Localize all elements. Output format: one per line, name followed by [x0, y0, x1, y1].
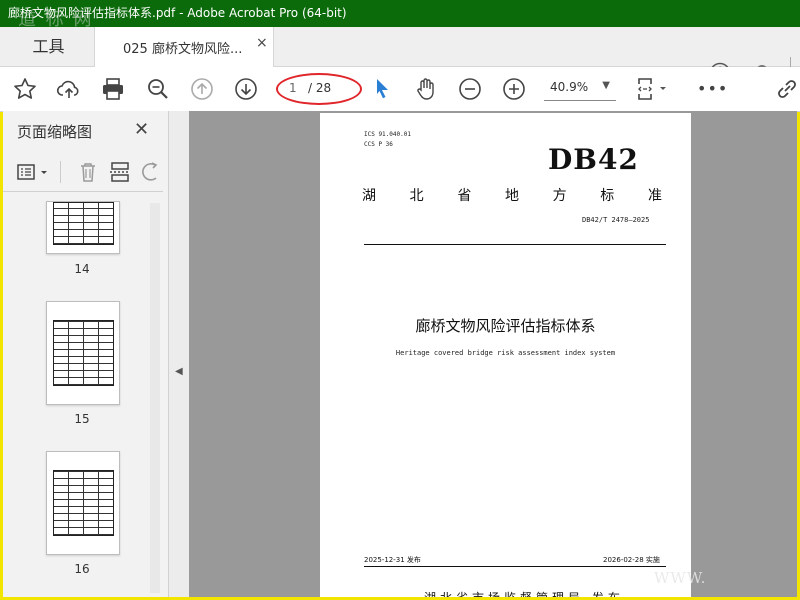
cloud-upload-icon[interactable] — [56, 76, 82, 102]
chevron-down-icon: ▼ — [602, 80, 610, 91]
page-thumbnail[interactable] — [46, 451, 120, 555]
zoom-out-icon[interactable] — [457, 76, 483, 102]
title-bar: 廊桥文物风险评估指标体系.pdf - Adobe Acrobat Pro (64… — [0, 0, 800, 30]
tab-document-label: 025 廊桥文物风险... — [123, 42, 243, 57]
link-icon[interactable] — [774, 76, 800, 102]
standard-code: DB42 — [548, 143, 639, 176]
publish-date: 2025-12-31 发布 — [364, 556, 421, 564]
document-title: 廊桥文物风险评估指标体系 — [415, 317, 596, 335]
thumbnail-panel-title: 页面缩略图 — [17, 123, 93, 141]
print-icon[interactable] — [100, 76, 126, 102]
pdf-page: ICS 91.040.01 CCS P 36 DB42 湖 北 省 地 方 标 … — [320, 113, 691, 597]
standard-number: DB42/T 2478—2025 — [582, 216, 650, 224]
ccs-code: CCS P 36 — [364, 141, 393, 148]
province-char: 地 — [504, 188, 519, 204]
province-char: 准 — [647, 188, 662, 204]
divider — [60, 161, 61, 183]
select-cursor-icon[interactable] — [369, 76, 395, 102]
ics-code: ICS 91.040.01 — [364, 131, 411, 138]
previous-page-icon[interactable] — [189, 76, 215, 102]
thumbnail-panel: 页面缩略图 ✕ 14 15 16 — [3, 111, 169, 597]
insert-page-icon[interactable] — [109, 161, 131, 183]
province-heading: 湖 北 省 地 方 标 准 — [362, 185, 662, 205]
watermark-url: WWW. — [654, 569, 707, 587]
undo-icon[interactable] — [141, 161, 163, 183]
next-page-icon[interactable] — [233, 76, 259, 102]
trash-icon[interactable] — [77, 161, 99, 183]
province-char: 方 — [552, 188, 567, 204]
thumbnail-page-number: 15 — [74, 412, 90, 426]
more-tools-icon[interactable]: ••• — [697, 79, 728, 98]
document-viewer[interactable]: ICS 91.040.01 CCS P 36 DB42 湖 北 省 地 方 标 … — [189, 111, 797, 597]
page-thumbnail[interactable] — [46, 201, 120, 254]
thumbnail-scrollbar[interactable] — [150, 203, 160, 593]
chevron-left-icon: ◀ — [175, 366, 183, 377]
main-toolbar: 1 / 28 40.9% ▼ ••• — [0, 67, 800, 112]
thumbnail-table — [53, 470, 114, 536]
thumbnail-page-number: 16 — [74, 562, 90, 576]
thumbnail-table — [53, 320, 114, 386]
implement-date: 2026-02-28 实施 — [603, 556, 660, 564]
hand-tool-icon[interactable] — [413, 76, 439, 102]
divider — [364, 244, 666, 245]
thumbnail-options-icon[interactable] — [16, 161, 52, 183]
star-icon[interactable] — [12, 76, 38, 102]
annotation-highlight-oval — [276, 73, 362, 105]
tab-tools[interactable]: 工具 — [3, 27, 94, 66]
province-char: 北 — [409, 188, 424, 204]
tab-bar: 工具 025 廊桥文物风险... × — [0, 27, 800, 89]
page-thumbnail[interactable] — [46, 301, 120, 405]
panel-collapse-handle[interactable]: ◀ — [169, 111, 189, 597]
tab-document[interactable]: 025 廊桥文物风险... × — [94, 27, 274, 67]
document-title-english: Heritage covered bridge risk assessment … — [395, 349, 616, 357]
thumbnail-page-number: 14 — [74, 262, 90, 276]
thumbnail-toolbar — [3, 153, 163, 192]
zoom-search-icon[interactable] — [145, 76, 171, 102]
province-char: 省 — [457, 188, 472, 204]
province-char: 湖 — [362, 188, 376, 204]
thumbnail-table — [53, 202, 114, 245]
close-tab-button[interactable]: × — [256, 35, 268, 51]
page-fit-icon[interactable] — [636, 76, 670, 102]
zoom-in-icon[interactable] — [501, 76, 527, 102]
divider — [364, 566, 666, 567]
close-panel-button[interactable]: ✕ — [134, 119, 149, 140]
province-char: 标 — [600, 188, 615, 204]
issuer: 湖北省市场监督管理局 发布 — [424, 589, 624, 597]
zoom-level-select[interactable]: 40.9% ▼ — [544, 78, 616, 101]
zoom-level-value: 40.9% — [550, 80, 589, 94]
